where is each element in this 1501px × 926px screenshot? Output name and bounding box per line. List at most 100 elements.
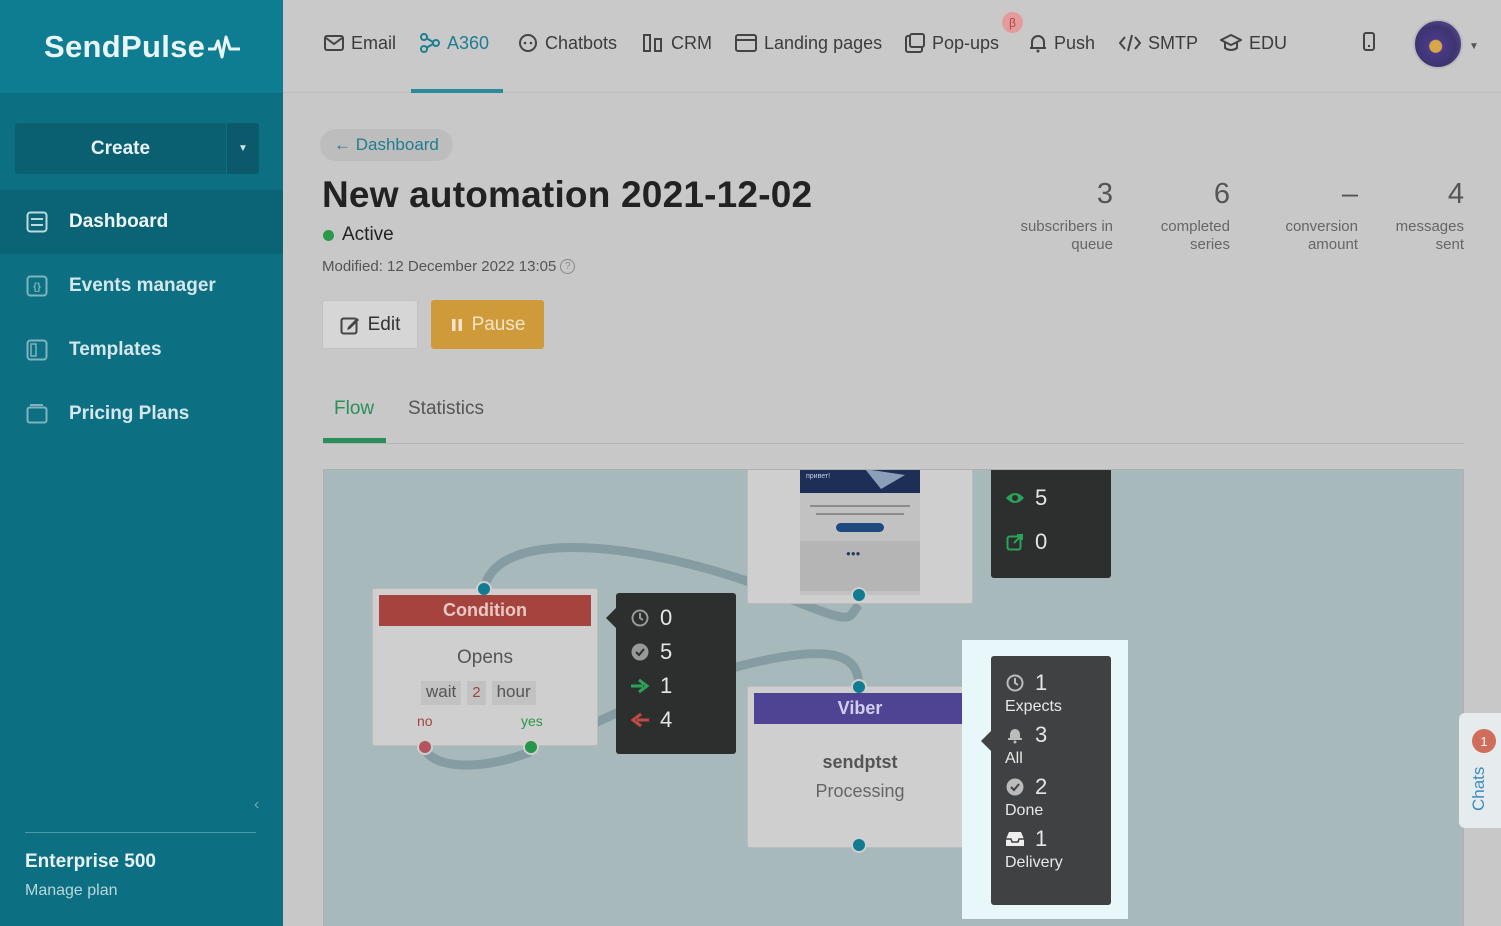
mobile-icon[interactable] xyxy=(1362,32,1376,52)
email-output-port[interactable] xyxy=(851,587,867,603)
no-value: 4 xyxy=(660,707,673,732)
check-circle-icon xyxy=(1005,777,1025,797)
topnav-push[interactable]: Push xyxy=(1029,30,1095,56)
wait-value: 2 xyxy=(467,681,486,705)
topnav-popups[interactable]: Pop-ups xyxy=(905,30,999,56)
avatar[interactable] xyxy=(1413,19,1463,69)
logo-bar: SendPulse xyxy=(0,0,283,93)
stat-value: 3 xyxy=(1096,178,1113,210)
done-stat: 2 xyxy=(1005,774,1111,800)
email-preview-header: привет! xyxy=(800,470,920,493)
pause-button[interactable]: Pause xyxy=(431,300,544,349)
pause-icon xyxy=(451,318,462,331)
viber-stats-tooltip: 1 Expects 3 All 2 Done 1 Delivery xyxy=(981,656,1111,905)
edit-button[interactable]: Edit xyxy=(322,300,418,349)
social-icons: ●●● xyxy=(846,549,861,558)
topnav-label: CRM xyxy=(671,32,712,53)
sidebar: SendPulse Create ▼ Dashboard {} Events m… xyxy=(0,0,283,926)
no-output-port[interactable] xyxy=(417,739,433,755)
status-dot xyxy=(323,229,334,241)
create-button[interactable]: Create xyxy=(15,123,226,174)
email-preview: привет! ●●● xyxy=(800,470,920,595)
stat-completed-series: 6 completed series xyxy=(1161,176,1230,254)
topnav-chatbots[interactable]: Chatbots xyxy=(518,30,617,56)
chatbot-icon xyxy=(519,34,537,52)
topnav-email[interactable]: Email xyxy=(324,30,396,56)
waiting-stat: 0 xyxy=(630,605,736,631)
manage-plan-link[interactable]: Manage plan xyxy=(25,882,118,900)
clock-icon xyxy=(1005,673,1025,693)
topnav-label: A360 xyxy=(447,32,490,53)
back-to-dashboard-button[interactable]: ← Dashboard xyxy=(320,129,453,161)
yes-value: 1 xyxy=(660,673,673,698)
crm-icon xyxy=(643,34,662,52)
dashboard-icon xyxy=(25,210,49,234)
stat-label: completed xyxy=(1160,218,1230,235)
active-tab-indicator xyxy=(411,89,503,93)
check-circle-icon xyxy=(630,642,650,662)
stat-label: amount xyxy=(1307,236,1358,253)
chats-tab[interactable]: 1 Chats xyxy=(1459,713,1501,828)
caret-down-icon[interactable]: ▼ xyxy=(1469,41,1479,52)
done-stat: 5 xyxy=(630,639,736,665)
sidebar-item-dashboard[interactable]: Dashboard xyxy=(0,190,283,254)
sendpulse-logo[interactable]: SendPulse xyxy=(44,29,241,65)
stat-value: 6 xyxy=(1213,178,1230,210)
expects-stat: 1 xyxy=(1005,670,1111,696)
email-preview-line xyxy=(810,505,910,507)
topnav-landing-pages[interactable]: Landing pages xyxy=(735,30,882,56)
landing-icon xyxy=(735,34,757,52)
yes-stat: 1 xyxy=(630,673,736,699)
modified-date: Modified: 12 December 2022 13:05 ? xyxy=(322,258,576,275)
done-value: 5 xyxy=(660,639,673,664)
help-icon[interactable]: ? xyxy=(560,259,576,274)
edit-label: Edit xyxy=(367,313,401,335)
all-stat: 3 xyxy=(1005,722,1111,748)
create-dropdown-toggle[interactable]: ▼ xyxy=(226,123,259,174)
all-value: 3 xyxy=(1035,722,1048,747)
stat-subscribers-queue: 3 subscribers in queue xyxy=(1020,176,1113,254)
arrow-right-icon xyxy=(630,676,650,696)
no-stat: 4 xyxy=(630,707,736,733)
viber-node[interactable]: Viber sendptst Processing xyxy=(747,679,973,853)
bell-icon xyxy=(1030,35,1046,53)
yes-output-port[interactable] xyxy=(523,739,539,755)
tab-statistics[interactable]: Statistics xyxy=(408,398,484,420)
active-tab-underline xyxy=(323,438,386,443)
popup-icon xyxy=(905,33,925,53)
sidebar-item-events-manager[interactable]: {} Events manager xyxy=(0,254,283,318)
code-icon xyxy=(1119,34,1141,52)
main-content: ← Dashboard New automation 2021-12-02 Ac… xyxy=(283,94,1501,926)
topnav-label: SMTP xyxy=(1148,32,1199,53)
stat-label: subscribers in xyxy=(1020,218,1113,235)
sidebar-item-label: Pricing Plans xyxy=(69,403,190,424)
yes-branch-label: yes xyxy=(521,713,543,729)
waiting-value: 0 xyxy=(660,605,673,630)
viber-output-port[interactable] xyxy=(851,837,867,853)
sidebar-item-label: Events manager xyxy=(69,275,216,296)
expects-label: Expects xyxy=(1005,698,1062,715)
topnav-crm[interactable]: CRM xyxy=(642,30,712,56)
email-node[interactable]: привет! ●●● xyxy=(747,470,973,604)
events-icon: {} xyxy=(25,274,49,298)
sidebar-item-templates[interactable]: Templates xyxy=(0,318,283,382)
create-button-group: Create ▼ xyxy=(15,123,259,174)
collapse-sidebar-icon[interactable]: ‹ xyxy=(254,796,259,814)
condition-node[interactable]: Condition Opens wait 2 hour no yes xyxy=(372,581,598,755)
stat-conversion-amount: – conversion amount xyxy=(1285,176,1358,254)
pulse-icon xyxy=(208,35,241,58)
topnav-a360[interactable]: A360 xyxy=(420,30,489,56)
delivery-label: Delivery xyxy=(1005,854,1063,871)
sidebar-item-pricing-plans[interactable]: Pricing Plans xyxy=(0,382,283,446)
topnav-smtp[interactable]: SMTP xyxy=(1119,30,1198,56)
opens-stat: 5 xyxy=(1005,485,1111,511)
arrow-left-icon xyxy=(630,710,650,730)
clicks-value: 0 xyxy=(1035,529,1048,554)
sidebar-nav: Dashboard {} Events manager Templates Pr… xyxy=(0,190,283,446)
condition-wait: wait 2 hour xyxy=(421,681,536,705)
topnav-edu[interactable]: EDU xyxy=(1220,30,1287,56)
flow-canvas[interactable]: привет! ●●● 5 0 Condition Opens wait 2 h… xyxy=(323,469,1464,926)
no-branch-label: no xyxy=(417,713,433,729)
divider xyxy=(25,832,256,833)
tab-flow[interactable]: Flow xyxy=(334,398,374,420)
